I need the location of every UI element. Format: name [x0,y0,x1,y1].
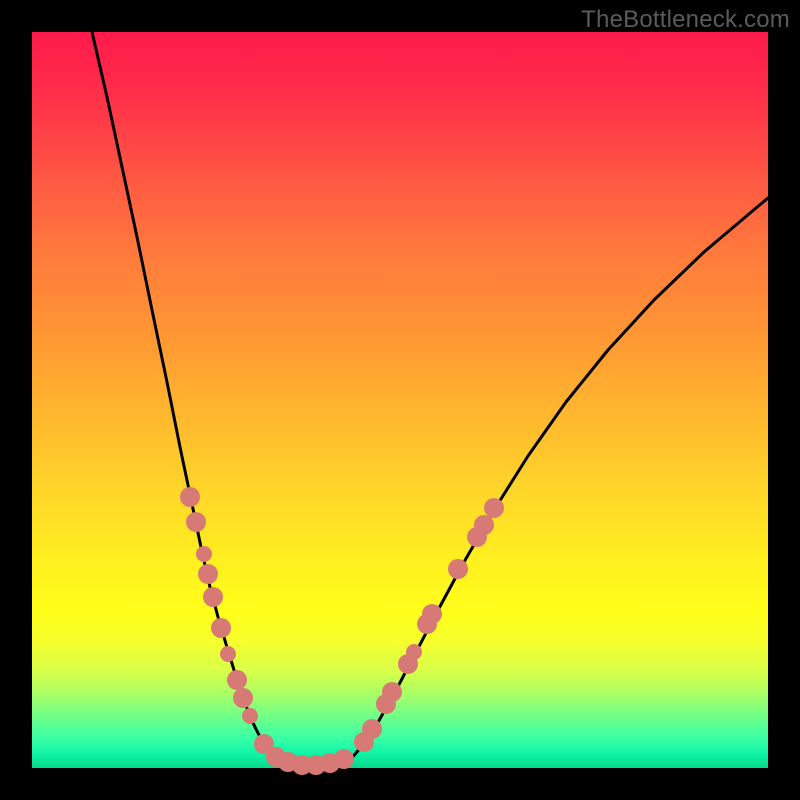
bottleneck-curve [92,32,768,766]
watermark-text: TheBottleneck.com [581,6,790,34]
marker-dot [186,512,206,532]
marker-dot [448,559,468,579]
marker-dot [180,487,200,507]
marker-dot [203,587,223,607]
chart-frame: TheBottleneck.com [0,0,800,800]
marker-dot [220,646,236,662]
marker-dot [233,688,253,708]
marker-dot [334,749,354,769]
marker-dot [406,644,422,660]
marker-dot [242,708,258,724]
curve-path [92,32,768,766]
marker-dot [227,670,247,690]
marker-dot [484,498,504,518]
marker-dot [196,546,212,562]
marker-dot [382,682,402,702]
chart-overlay [32,32,768,768]
marker-dot [211,618,231,638]
marker-dot [474,515,494,535]
marker-dot [362,719,382,739]
highlight-markers [180,487,504,775]
marker-dot [422,604,442,624]
marker-dot [198,564,218,584]
